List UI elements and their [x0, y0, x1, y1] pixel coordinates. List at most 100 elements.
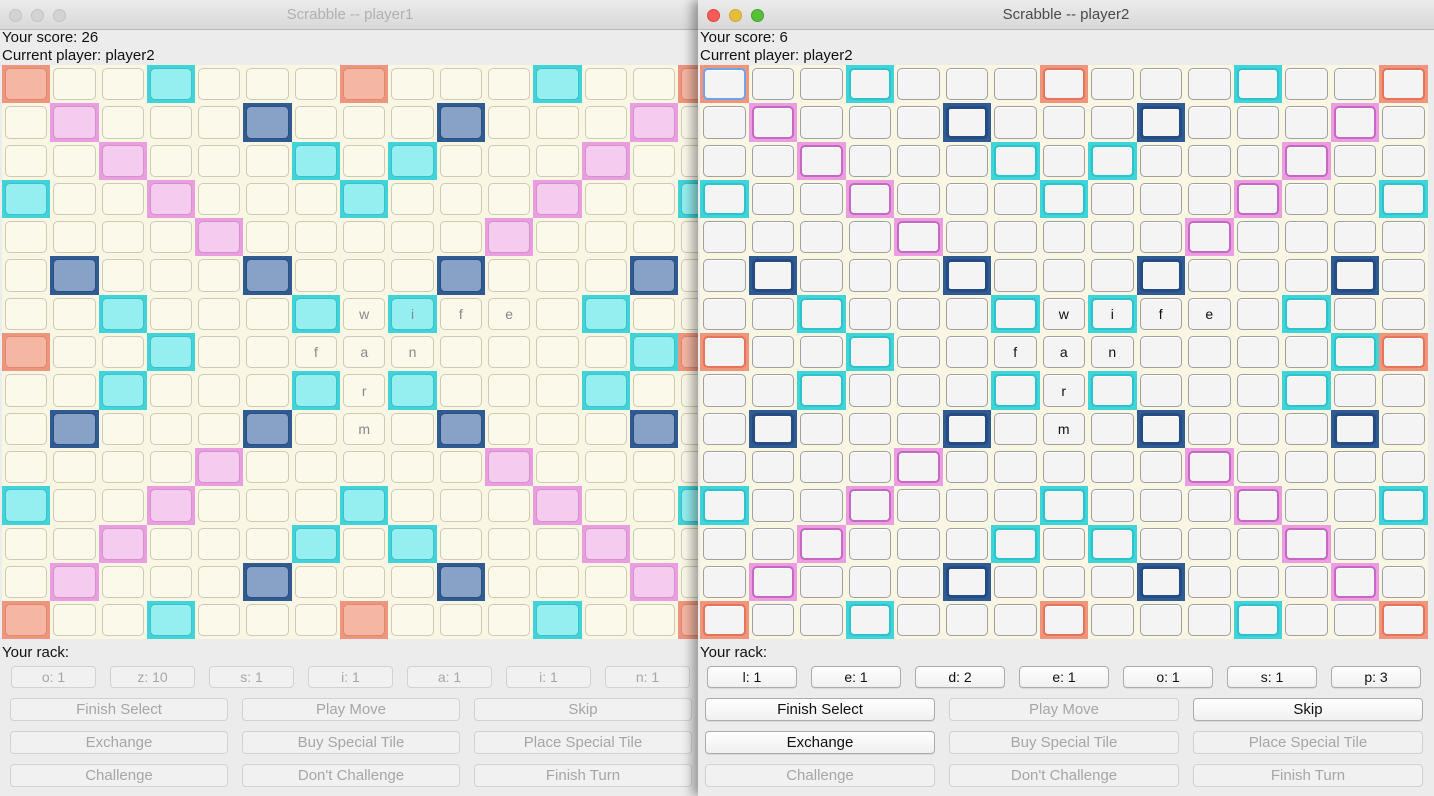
board-cell-button[interactable] — [703, 336, 746, 369]
board-cell-button[interactable] — [1091, 604, 1134, 637]
board-cell-button[interactable] — [994, 106, 1037, 139]
board-cell-button[interactable] — [897, 336, 940, 369]
play-move-button[interactable]: Play Move — [949, 698, 1179, 721]
board-cell-button[interactable] — [800, 374, 843, 407]
board-cell-button[interactable] — [703, 604, 746, 637]
board-cell-button[interactable] — [1382, 144, 1425, 177]
board-cell-button[interactable] — [945, 412, 988, 445]
rack-tile-button[interactable]: e: 1 — [811, 666, 901, 688]
board-cell-button[interactable] — [703, 221, 746, 254]
board-cell-button[interactable] — [800, 106, 843, 139]
board-cell-button[interactable] — [1285, 336, 1328, 369]
board-cell-button[interactable] — [1236, 565, 1279, 599]
board-cell-button[interactable] — [994, 565, 1037, 599]
board-cell-button[interactable] — [1091, 259, 1134, 292]
board-cell-button[interactable] — [1139, 336, 1182, 369]
board-cell-button[interactable] — [945, 106, 988, 139]
board-cell-button[interactable] — [848, 68, 891, 101]
board-cell-button[interactable] — [751, 336, 794, 369]
board-cell-button[interactable] — [1382, 450, 1425, 484]
rack-tile-button[interactable]: i: 1 — [308, 666, 393, 688]
board-cell-button[interactable] — [703, 489, 746, 522]
board-cell-button[interactable] — [1236, 450, 1279, 484]
board-cell-button[interactable] — [848, 450, 891, 484]
board-cell-button[interactable] — [800, 489, 843, 522]
board-cell-button[interactable] — [848, 106, 891, 139]
board-cell-button[interactable] — [994, 221, 1037, 254]
placed-letter-tile[interactable]: w — [1042, 297, 1085, 331]
board-cell-button[interactable] — [1042, 450, 1085, 484]
board-cell-button[interactable] — [1285, 604, 1328, 637]
rack-tile-button[interactable]: a: 1 — [407, 666, 492, 688]
board-cell-button[interactable] — [1139, 221, 1182, 254]
board-cell-button[interactable] — [1139, 450, 1182, 484]
board-cell-button[interactable] — [1188, 565, 1231, 599]
board-cell-button[interactable] — [848, 259, 891, 292]
board-cell-button[interactable] — [897, 565, 940, 599]
don-t-challenge-button[interactable]: Don't Challenge — [242, 764, 460, 787]
placed-letter-tile[interactable]: i — [1091, 297, 1134, 331]
rack-tile-button[interactable]: s: 1 — [1227, 666, 1317, 688]
board-cell-button[interactable] — [994, 182, 1037, 216]
board-cell-button[interactable] — [703, 565, 746, 599]
board-cell-button[interactable] — [703, 450, 746, 484]
board-cell-button[interactable] — [751, 297, 794, 331]
board-cell-button[interactable] — [1236, 336, 1279, 369]
board-cell-button[interactable] — [945, 221, 988, 254]
board-cell-button[interactable] — [1188, 374, 1231, 407]
buy-special-tile-button[interactable]: Buy Special Tile — [242, 731, 460, 754]
board-cell-button[interactable] — [1285, 527, 1328, 560]
board-cell-button[interactable] — [800, 527, 843, 560]
rack-tile-button[interactable]: n: 1 — [605, 666, 690, 688]
board-cell-button[interactable] — [1333, 374, 1376, 407]
board-cell-button[interactable] — [751, 604, 794, 637]
rack-tile-button[interactable]: i: 1 — [506, 666, 591, 688]
board-cell-button[interactable] — [1042, 604, 1085, 637]
board-cell-button[interactable] — [1382, 527, 1425, 560]
rack-tile-button[interactable]: o: 1 — [1123, 666, 1213, 688]
board-cell-button[interactable] — [1042, 565, 1085, 599]
board-cell-button[interactable] — [1333, 412, 1376, 445]
board-cell-button[interactable] — [1091, 221, 1134, 254]
board-cell-button[interactable] — [994, 374, 1037, 407]
board-cell-button[interactable] — [1236, 144, 1279, 177]
board-cell-button[interactable] — [751, 259, 794, 292]
board-cell-button[interactable] — [703, 68, 746, 101]
board-cell-button[interactable] — [897, 450, 940, 484]
exchange-button[interactable]: Exchange — [705, 731, 935, 754]
board-cell-button[interactable] — [751, 182, 794, 216]
board-cell-button[interactable] — [800, 221, 843, 254]
board-cell-button[interactable] — [1382, 221, 1425, 254]
board-cell-button[interactable] — [1285, 450, 1328, 484]
board-cell-button[interactable] — [994, 297, 1037, 331]
board-cell-button[interactable] — [751, 489, 794, 522]
rack-tile-button[interactable]: l: 1 — [707, 666, 797, 688]
rack-tile-button[interactable]: d: 2 — [915, 666, 1005, 688]
board-cell-button[interactable] — [994, 259, 1037, 292]
board-cell-button[interactable] — [897, 68, 940, 101]
board-cell-button[interactable] — [848, 489, 891, 522]
placed-letter-tile[interactable]: r — [1042, 374, 1085, 407]
board-cell-button[interactable] — [945, 144, 988, 177]
board-cell-button[interactable] — [1285, 412, 1328, 445]
placed-letter-tile[interactable]: a — [1042, 336, 1085, 369]
board-cell-button[interactable] — [1188, 259, 1231, 292]
board-cell-button[interactable] — [1091, 412, 1134, 445]
board-cell-button[interactable] — [1382, 489, 1425, 522]
board-cell-button[interactable] — [800, 259, 843, 292]
board-cell-button[interactable] — [945, 489, 988, 522]
placed-letter-tile[interactable]: f — [1139, 297, 1182, 331]
board-cell-button[interactable] — [1382, 182, 1425, 216]
board-cell-button[interactable] — [751, 106, 794, 139]
board-cell-button[interactable] — [1333, 489, 1376, 522]
board-cell-button[interactable] — [800, 68, 843, 101]
board-cell-button[interactable] — [1139, 489, 1182, 522]
board-cell-button[interactable] — [751, 374, 794, 407]
play-move-button[interactable]: Play Move — [242, 698, 460, 721]
challenge-button[interactable]: Challenge — [705, 764, 935, 787]
board-cell-button[interactable] — [751, 144, 794, 177]
board-cell-button[interactable] — [1091, 527, 1134, 560]
board-cell-button[interactable] — [1285, 68, 1328, 101]
board-cell-button[interactable] — [751, 412, 794, 445]
board-cell-button[interactable] — [1042, 527, 1085, 560]
